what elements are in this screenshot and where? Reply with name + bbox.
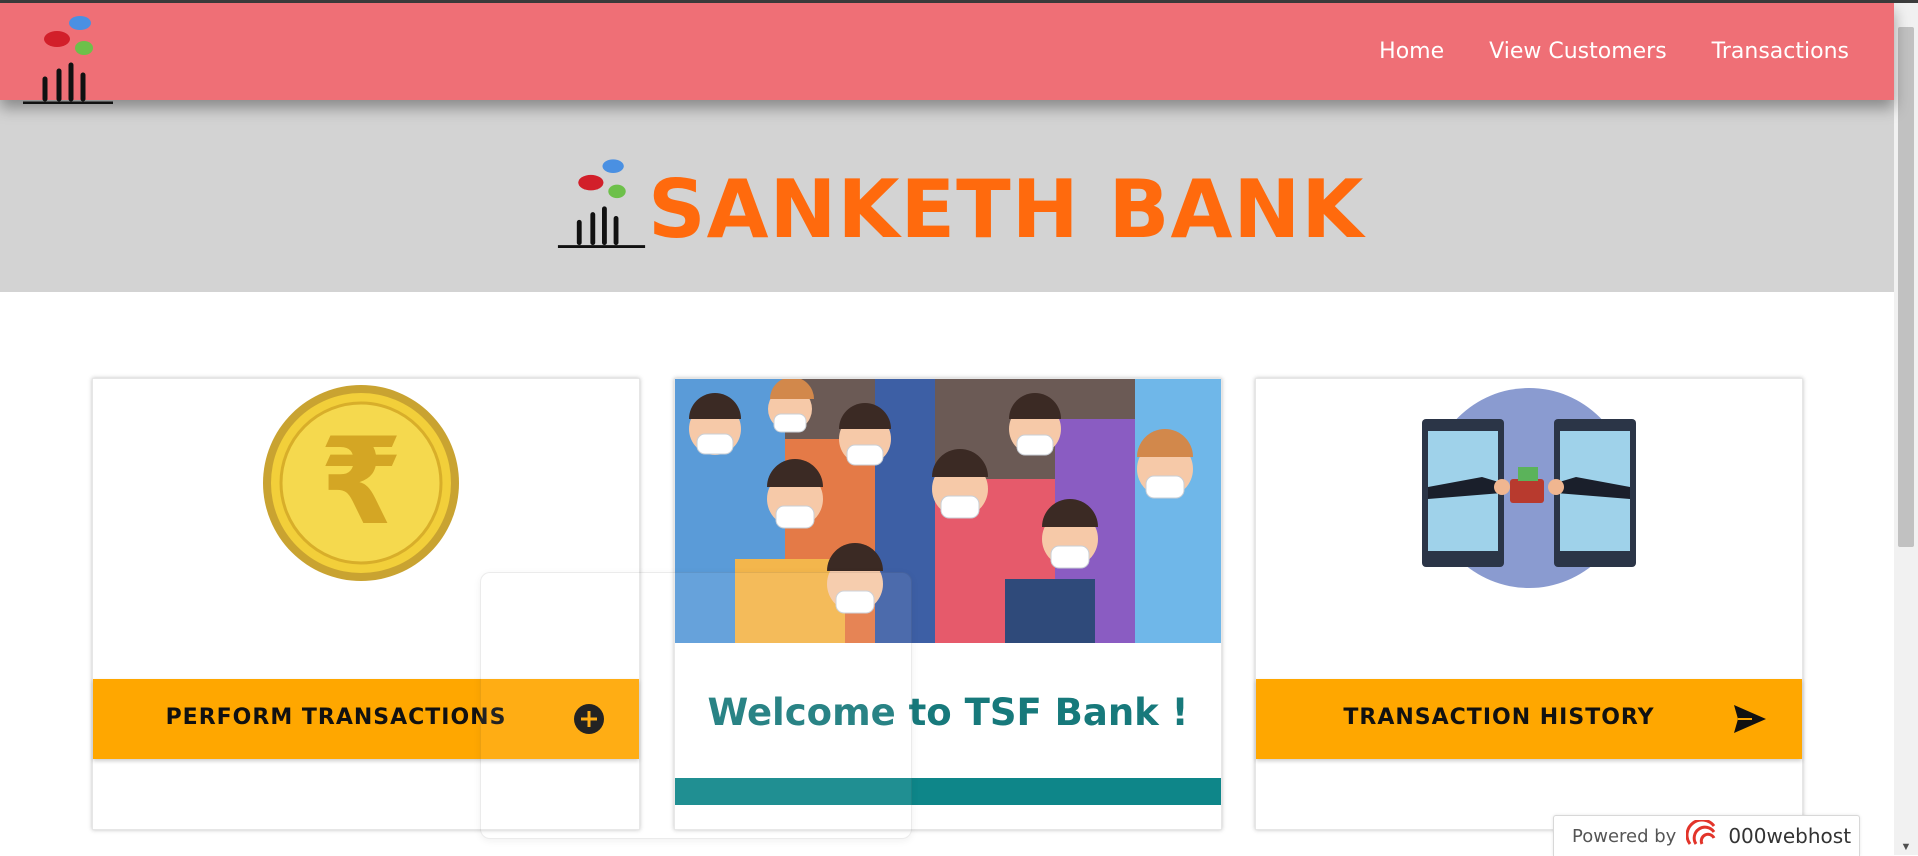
webhost-logo-icon xyxy=(1685,818,1722,853)
overlay-panel xyxy=(480,572,912,839)
transaction-history-card: TRANSACTION HISTORY xyxy=(1255,378,1803,830)
powered-by-text: Powered by xyxy=(1572,825,1677,847)
transaction-history-label: TRANSACTION HISTORY xyxy=(1343,705,1655,730)
powered-by-badge[interactable]: Powered by 000webhost xyxy=(1553,815,1860,856)
hero-brand: SANKETH BANK xyxy=(556,155,1364,250)
hero-banner: SANKETH BANK xyxy=(0,100,1894,292)
nav-home[interactable]: Home xyxy=(1379,39,1444,64)
nav-links: Home View Customers Transactions xyxy=(1379,3,1849,100)
send-arrow-icon xyxy=(1732,703,1768,740)
hero-logo xyxy=(557,159,646,249)
nav-view-customers[interactable]: View Customers xyxy=(1489,39,1667,64)
nav-transactions[interactable]: Transactions xyxy=(1712,39,1849,64)
phone-payment-image xyxy=(1422,388,1636,588)
bank-logo[interactable] xyxy=(21,9,116,109)
hero-title: SANKETH BANK xyxy=(648,163,1365,256)
transaction-history-button[interactable]: TRANSACTION HISTORY xyxy=(1256,679,1802,759)
scroll-down-arrow-icon[interactable]: ▼ xyxy=(1900,841,1912,853)
navbar: Home View Customers Transactions xyxy=(0,3,1894,105)
rupee-coin-image: ₹ xyxy=(263,385,459,581)
vertical-scrollbar[interactable]: ▲ ▼ xyxy=(1894,3,1918,855)
webhost-brand: 000webhost xyxy=(1728,824,1852,848)
scrollbar-thumb[interactable] xyxy=(1898,27,1914,547)
svg-text:₹: ₹ xyxy=(319,413,403,552)
